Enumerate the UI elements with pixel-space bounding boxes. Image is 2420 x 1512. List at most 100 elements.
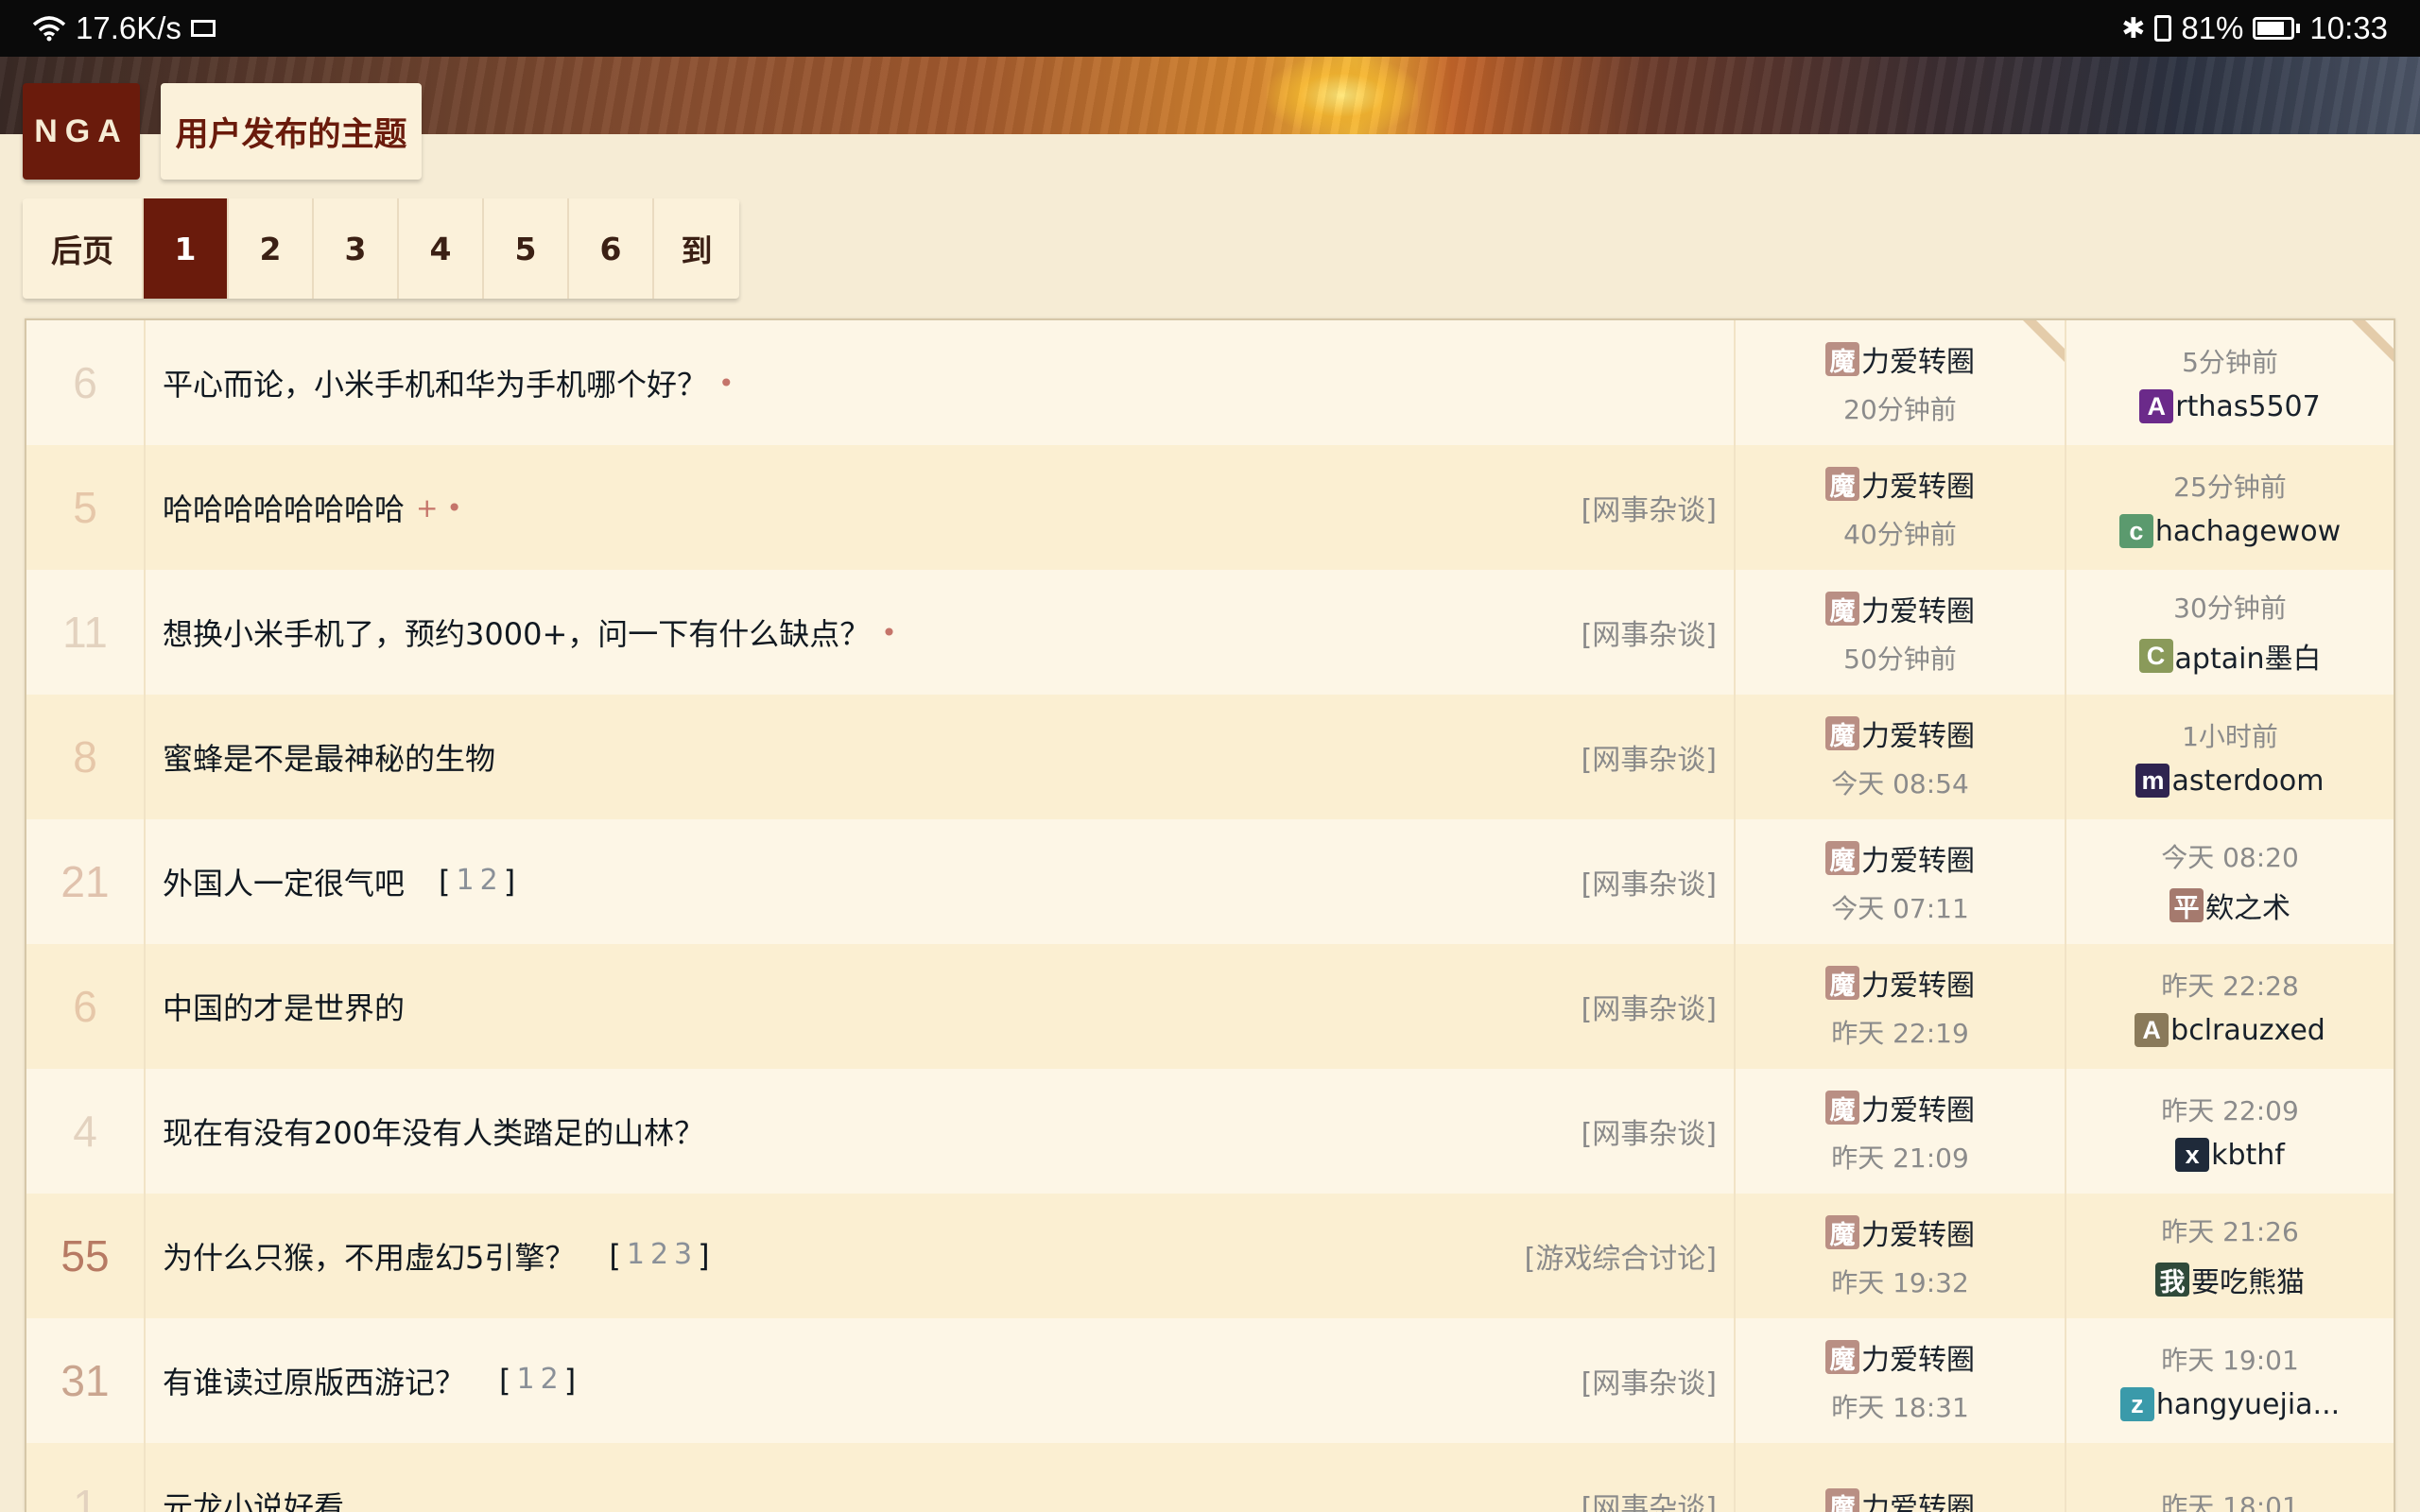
topic-row[interactable]: 31 有谁读过原版西游记？ [1 2] [网事杂谈] 魔力爱转圈 昨天 18:31 昨天 19… <box>26 1318 2394 1443</box>
topic-forum-label[interactable]: [网事杂谈] <box>1582 1110 1717 1152</box>
topic-row[interactable]: 5 哈哈哈哈哈哈哈哈 + • [网事杂谈] 魔力爱转圈 40分钟前 25分钟前 c hachag… <box>26 445 2394 570</box>
topic-title-cell[interactable]: 有谁读过原版西游记？ [1 2] [网事杂谈] <box>146 1318 1736 1443</box>
topic-page-link[interactable]: 1 <box>627 1238 645 1274</box>
topic-title-cell[interactable]: 平心而论，小米手机和华为手机哪个好？ • <box>146 320 1736 445</box>
last-replier-name[interactable]: asterdoom <box>2171 765 2324 798</box>
wifi-icon <box>32 15 66 42</box>
topic-forum-label[interactable]: [网事杂谈] <box>1582 487 1717 528</box>
last-replier[interactable]: z hangyuejia... <box>2119 1387 2340 1421</box>
author[interactable]: 魔力爱转圈 <box>1825 713 1975 754</box>
topic-title-cell[interactable]: 蜜蜂是不是最神秘的生物 [网事杂谈] <box>146 695 1736 819</box>
page-button-1[interactable]: 1 <box>144 198 229 299</box>
author-name[interactable]: 力爱转圈 <box>1861 1336 1975 1378</box>
author[interactable]: 魔力爱转圈 <box>1825 338 1975 380</box>
topic-title-link[interactable]: 平心而论，小米手机和华为手机哪个好？ <box>163 361 707 404</box>
author[interactable]: 魔力爱转圈 <box>1825 1087 1975 1128</box>
author-name[interactable]: 力爱转圈 <box>1861 338 1975 380</box>
topic-forum-label[interactable]: [网事杂谈] <box>1582 1360 1717 1401</box>
last-replier[interactable]: Abclrauzxed <box>2135 1013 2325 1047</box>
goto-page-button[interactable]: 到 <box>654 198 739 299</box>
topic-title-link[interactable]: 蜜蜂是不是最神秘的生物 <box>163 735 495 779</box>
topic-title-cell[interactable]: 想换小米手机了，预约3000+，问一下有什么缺点？ • [网事杂谈] <box>146 570 1736 695</box>
page-button-6[interactable]: 6 <box>569 198 654 299</box>
author[interactable]: 魔力爱转圈 <box>1825 1211 1975 1253</box>
topic-row[interactable]: 6 平心而论，小米手机和华为手机哪个好？ • 魔力爱转圈 20分钟前 5分钟前 Arthas… <box>26 320 2394 445</box>
topic-page-link[interactable]: 3 <box>674 1238 692 1274</box>
topic-row[interactable]: 55 为什么只猴，不用虚幻5引擎？ [1 2 3] [游戏综合讨论] 魔力爱转圈 昨天 19:… <box>26 1194 2394 1318</box>
topic-title-cell[interactable]: 中国的才是世界的 [网事杂谈] <box>146 944 1736 1069</box>
author[interactable]: 魔力爱转圈 <box>1825 1485 1975 1512</box>
last-reply-cell: 1小时前 m asterdoom <box>2066 695 2394 819</box>
topic-title-cell[interactable]: 为什么只猴，不用虚幻5引擎？ [1 2 3] [游戏综合讨论] <box>146 1194 1736 1318</box>
reply-count: 6 <box>26 944 146 1069</box>
author[interactable]: 魔力爱转圈 <box>1825 1336 1975 1378</box>
author-name[interactable]: 力爱转圈 <box>1861 1485 1975 1512</box>
last-replier[interactable]: Captain墨白 <box>2138 635 2322 677</box>
topic-row[interactable]: 1 元龙小说好看 [网事杂谈] 魔力爱转圈 昨天 18:01 <box>26 1443 2394 1512</box>
last-replier-name[interactable]: hangyuejia... <box>2156 1388 2340 1421</box>
topic-row[interactable]: 6 中国的才是世界的 [网事杂谈] 魔力爱转圈 昨天 22:19 昨天 22:28 Abcl… <box>26 944 2394 1069</box>
topic-page-link[interactable]: 1 <box>517 1363 535 1399</box>
last-replier[interactable]: c hachagewow <box>2118 514 2341 548</box>
topic-page-link[interactable]: 2 <box>480 864 498 900</box>
topic-row[interactable]: 21 外国人一定很气吧[1 2] [网事杂谈] 魔力爱转圈 今天 07:11 今天 08:2… <box>26 819 2394 944</box>
topic-row[interactable]: 4 现在有没有200年没有人类踏足的山林？ [网事杂谈] 魔力爱转圈 昨天 21:09 昨… <box>26 1069 2394 1194</box>
topic-title-cell[interactable]: 哈哈哈哈哈哈哈哈 + • [网事杂谈] <box>146 445 1736 570</box>
author-name[interactable]: 力爱转圈 <box>1861 837 1975 879</box>
topic-title-link[interactable]: 外国人一定很气吧 <box>163 860 405 903</box>
last-replier-name[interactable]: rthas5507 <box>2175 390 2320 423</box>
last-replier[interactable]: x kbthf <box>2175 1138 2285 1172</box>
topic-title-link[interactable]: 元龙小说好看 <box>163 1484 344 1512</box>
page-button-2[interactable]: 2 <box>229 198 314 299</box>
topic-page-link[interactable]: 2 <box>541 1363 559 1399</box>
topic-title-link[interactable]: 中国的才是世界的 <box>163 985 405 1028</box>
topic-forum-label[interactable]: [网事杂谈] <box>1582 611 1717 653</box>
topic-title-link[interactable]: 想换小米手机了，预约3000+，问一下有什么缺点？ <box>163 610 870 654</box>
author-name[interactable]: 力爱转圈 <box>1861 1087 1975 1128</box>
topic-forum-label[interactable]: [游戏综合讨论] <box>1525 1235 1717 1277</box>
last-replier-name[interactable]: aptain墨白 <box>2175 635 2322 677</box>
topic-title-link[interactable]: 为什么只猴，不用虚幻5引擎？ <box>163 1234 575 1278</box>
topic-page-links: [1 2] <box>439 864 515 900</box>
last-replier[interactable]: 我要吃熊猫 <box>2155 1259 2305 1300</box>
last-replier[interactable]: Arthas5507 <box>2139 389 2321 423</box>
page-button-3[interactable]: 3 <box>314 198 399 299</box>
topic-title-cell[interactable]: 外国人一定很气吧 [1 2] [网事杂谈] <box>146 819 1736 944</box>
topic-forum-label[interactable]: [网事杂谈] <box>1582 986 1717 1027</box>
topic-title-cell[interactable]: 现在有没有200年没有人类踏足的山林？ [网事杂谈] <box>146 1069 1736 1194</box>
page-button-4[interactable]: 4 <box>399 198 484 299</box>
last-replier-name[interactable]: hachagewow <box>2155 515 2341 548</box>
author[interactable]: 魔力爱转圈 <box>1825 962 1975 1004</box>
last-replier-name[interactable]: bclrauzxed <box>2170 1014 2325 1047</box>
topic-forum-label[interactable]: [网事杂谈] <box>1582 861 1717 902</box>
topic-title-link[interactable]: 有谁读过原版西游记？ <box>163 1359 465 1402</box>
last-replier[interactable]: 平欸之术 <box>2169 885 2290 926</box>
author-name[interactable]: 力爱转圈 <box>1861 463 1975 505</box>
topic-forum-label[interactable]: [网事杂谈] <box>1582 736 1717 778</box>
topic-title-cell[interactable]: 元龙小说好看 [网事杂谈] <box>146 1443 1736 1512</box>
next-page-button[interactable]: 后页 <box>23 198 144 299</box>
topic-title-link[interactable]: 哈哈哈哈哈哈哈哈 <box>163 486 405 529</box>
last-replier-name[interactable]: 欸之术 <box>2205 885 2290 926</box>
nga-logo-button[interactable]: NGA <box>23 83 140 180</box>
author-name[interactable]: 力爱转圈 <box>1861 1211 1975 1253</box>
reply-count: 31 <box>26 1318 146 1443</box>
author[interactable]: 魔力爱转圈 <box>1825 588 1975 629</box>
author-cell: 魔力爱转圈 昨天 18:31 <box>1736 1318 2066 1443</box>
last-replier-name[interactable]: kbthf <box>2211 1139 2285 1172</box>
author-name[interactable]: 力爱转圈 <box>1861 962 1975 1004</box>
author-name[interactable]: 力爱转圈 <box>1861 588 1975 629</box>
author[interactable]: 魔力爱转圈 <box>1825 463 1975 505</box>
author[interactable]: 魔力爱转圈 <box>1825 837 1975 879</box>
topic-page-link[interactable]: 2 <box>650 1238 668 1274</box>
topic-row[interactable]: 8 蜜蜂是不是最神秘的生物 [网事杂谈] 魔力爱转圈 今天 08:54 1小时前 m aste… <box>26 695 2394 819</box>
page-button-5[interactable]: 5 <box>484 198 569 299</box>
author-name[interactable]: 力爱转圈 <box>1861 713 1975 754</box>
topic-row[interactable]: 11 想换小米手机了，预约3000+，问一下有什么缺点？ • [网事杂谈] 魔力爱转圈 5… <box>26 570 2394 695</box>
topic-forum-label[interactable]: [网事杂谈] <box>1582 1485 1717 1512</box>
topic-title-link[interactable]: 现在有没有200年没有人类踏足的山林？ <box>163 1109 704 1153</box>
post-time: 今天 07:11 <box>1831 893 1969 924</box>
last-replier[interactable]: m asterdoom <box>2135 764 2325 798</box>
last-replier-name[interactable]: 要吃熊猫 <box>2191 1259 2305 1300</box>
topic-page-link[interactable]: 1 <box>457 864 475 900</box>
